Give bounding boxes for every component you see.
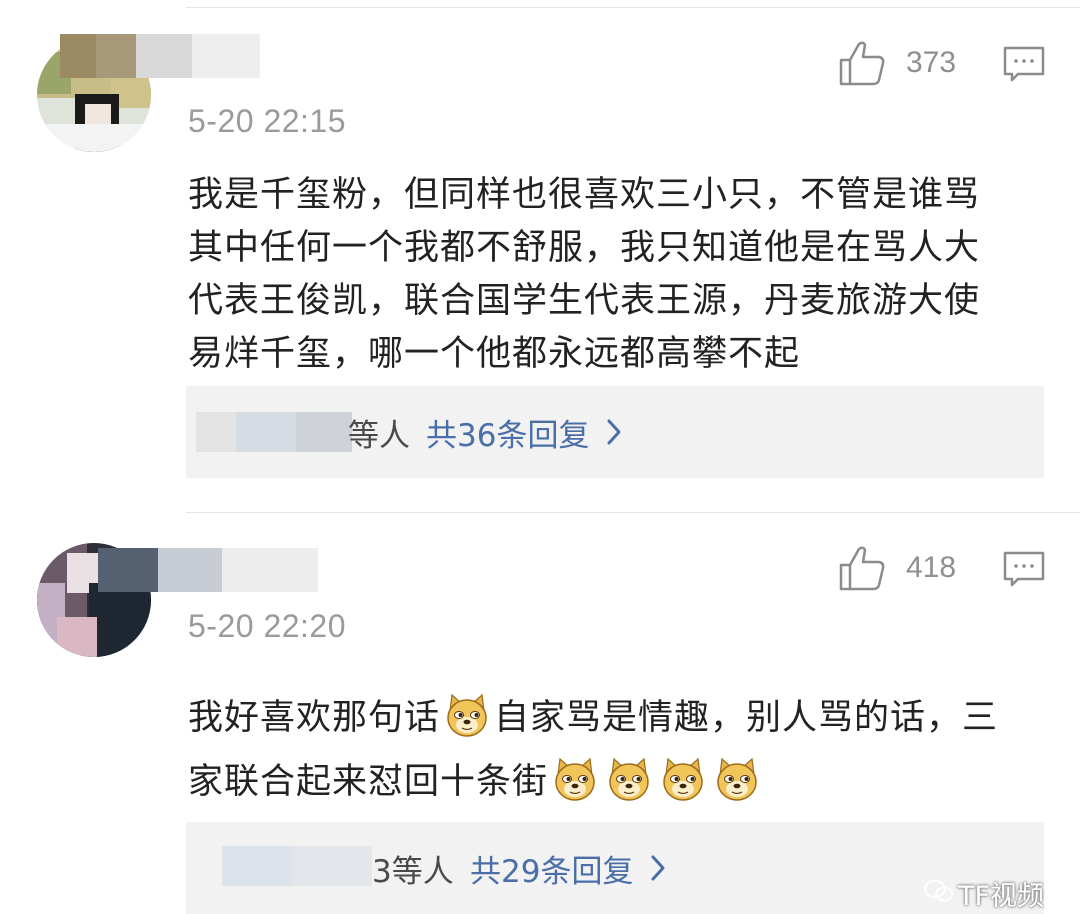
doge-emoji-icon [663,757,703,801]
comment-timestamp: 5-20 22:15 [188,103,347,139]
replies-preview[interactable]: 等人 共36条回复 [186,386,1044,478]
comment-divider [186,512,1080,513]
doge-emoji-icon [555,757,595,801]
thumbs-up-icon[interactable] [838,40,886,86]
comment-text-line: 其中任何一个我都不舒服，我只知道他是在骂人大 [188,228,981,268]
comment-bubble-icon[interactable] [1002,550,1046,588]
username-blurred[interactable] [98,548,318,592]
chevron-right-icon[interactable] [650,854,666,882]
watermark: TF视频 [958,881,1045,912]
comment-text: 我是千玺粉，但同样也很喜欢三小只，不管是谁骂 其中任何一个我都不舒服，我只知道他… [188,169,1038,381]
doge-emoji-icon [609,757,649,801]
reply-count-link[interactable]: 共36条回复 [426,410,589,455]
comment-text-segment: 我好喜欢那句话 [188,698,441,738]
repliers-suffix: 等人 [348,418,410,454]
doge-emoji-icon [447,693,487,737]
thumbs-up-icon[interactable] [838,545,886,591]
doge-emoji-icon [717,757,757,801]
comment-text-line: 易烊千玺，哪一个他都永远都高攀不起 [188,334,801,374]
comment-text-segment: 家联合起来怼回十条街 [188,762,549,802]
top-divider [186,7,1080,8]
wechat-icon [924,880,953,902]
comment-text-line: 我好喜欢那句话 自家骂是情趣，别人骂的话，三 [188,686,1038,750]
comment-text: 我好喜欢那句话 自家骂是情趣，别人骂的话，三 家联合起来怼回十条街 [188,686,1038,814]
comment-text-line: 代表王俊凯，联合国学生代表王源，丹麦旅游大使 [188,281,981,321]
repliers-suffix: 3等人 [372,854,454,890]
replies-preview[interactable]: 3等人 共29条回复 [186,822,1044,914]
like-count[interactable]: 373 [906,46,956,80]
comment-text-segment: 自家骂是情趣，别人骂的话，三 [494,698,999,738]
replier-name-blurred [196,412,352,452]
comment-text-line: 我是千玺粉，但同样也很喜欢三小只，不管是谁骂 [188,175,981,215]
comment-bubble-icon[interactable] [1002,45,1046,83]
replier-name-blurred [222,846,372,886]
comment-timestamp: 5-20 22:20 [188,608,347,644]
like-count[interactable]: 418 [906,551,956,585]
reply-count-link[interactable]: 共29条回复 [470,846,633,891]
chevron-right-icon[interactable] [606,418,622,446]
username-blurred[interactable] [60,34,260,78]
comment-text-line: 家联合起来怼回十条街 [188,750,1038,814]
